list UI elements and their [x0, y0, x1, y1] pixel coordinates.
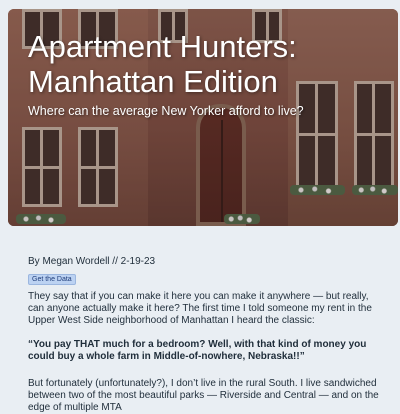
hero-banner: Apartment Hunters: Manhattan Edition Whe…: [8, 9, 398, 226]
article-byline: By Megan Wordell // 2-19-23: [28, 256, 156, 267]
article-quote: “You pay THAT much for a bedroom? Well, …: [28, 339, 367, 362]
get-data-button[interactable]: Get the Data: [28, 274, 76, 285]
article-paragraph-2: But fortunately (unfortunately?), I don’…: [28, 378, 379, 413]
article-paragraph-1: They say that if you can make it here yo…: [28, 291, 372, 326]
page-subtitle: Where can the average New Yorker afford …: [28, 104, 304, 118]
page-title: Apartment Hunters: Manhattan Edition: [28, 29, 297, 99]
